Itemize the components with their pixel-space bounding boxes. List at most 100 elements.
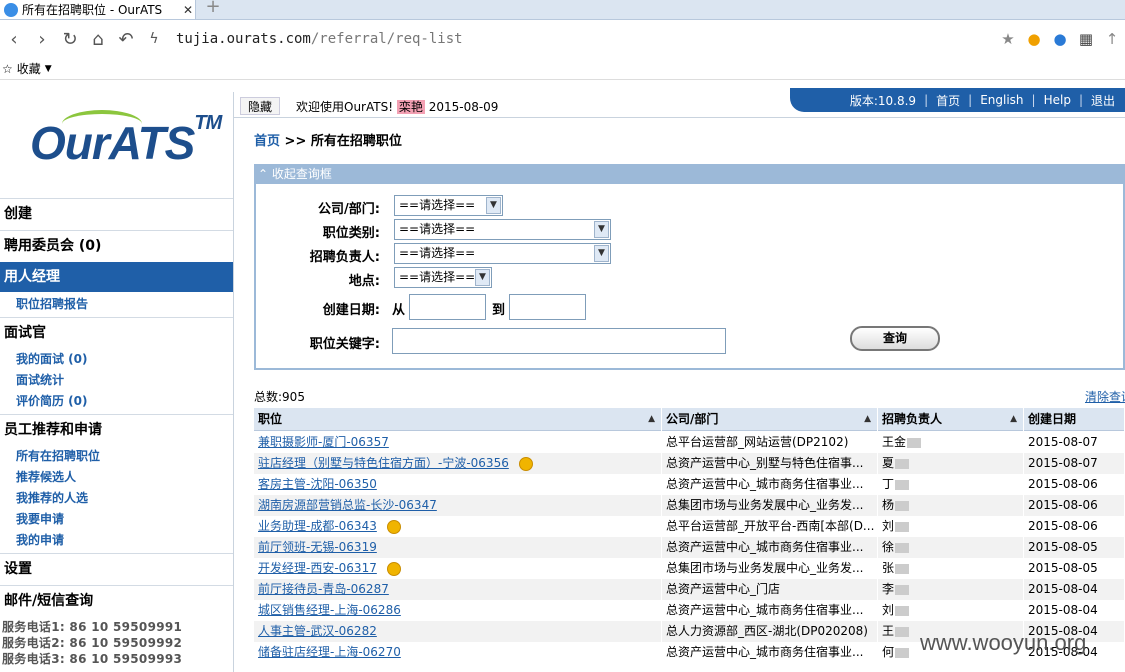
job-title-link[interactable]: 储备驻店经理-上海-06270 <box>258 645 401 659</box>
date-from-field[interactable] <box>409 294 486 320</box>
search-button[interactable]: 查询 <box>850 326 940 351</box>
table-row: 开发经理-西安-06317 总集团市场与业务发展中心_业务发... 张 2015-08… <box>254 558 1125 579</box>
location-label: 地点: <box>348 274 380 289</box>
job-title-link[interactable]: 驻店经理（别墅与特色住宿方面）-宁波-06356 <box>258 456 509 470</box>
owner-select[interactable]: ==请选择== ▼ <box>394 243 611 264</box>
table-row: 业务助理-成都-06343 总平台运营部_开放平台-西南[本部(D... 刘 2015… <box>254 516 1125 537</box>
bonus-coin-icon <box>518 456 533 471</box>
col-owner[interactable]: 招聘负责人 ▲ <box>878 408 1024 431</box>
sidebar-item-interview-stats[interactable]: 面试统计 <box>16 370 64 390</box>
english-link[interactable]: English <box>980 93 1023 107</box>
redacted-mark <box>895 626 910 637</box>
owner-cell: 丁 <box>878 474 1024 495</box>
watermark: www.wooyun.org <box>920 630 1087 655</box>
company-label: 公司/部门: <box>318 202 380 217</box>
close-tab-icon[interactable]: ✕ <box>181 3 195 17</box>
redacted-mark <box>895 521 910 532</box>
job-title-link[interactable]: 业务助理-成都-06343 <box>258 519 377 533</box>
query-toggle[interactable]: ⌃ 收起查询框 <box>254 164 1125 184</box>
bookmarks-menu[interactable]: 收藏 <box>17 60 41 77</box>
hide-button[interactable]: 隐藏 <box>240 97 280 115</box>
table-header: 职位 ▲ 公司/部门 ▲ 招聘负责人 ▲ 创建日期 <box>254 408 1125 431</box>
job-title-link[interactable]: 城区销售经理-上海-06286 <box>258 603 401 617</box>
sidebar-item-apply[interactable]: 我要申请 <box>16 509 64 529</box>
reload-icon[interactable]: ↻ <box>56 29 84 50</box>
redacted-mark <box>895 563 910 574</box>
redacted-mark <box>895 458 910 469</box>
address-bar: ‹ › ↻ ⌂ ↶ ϟ tujia.ourats.com/referral/re… <box>0 21 1125 57</box>
sort-icon[interactable]: ▲ <box>864 408 871 431</box>
date-to-field[interactable] <box>509 294 586 320</box>
job-title-link[interactable]: 前厅接待员-青岛-06287 <box>258 582 389 596</box>
clear-query-link[interactable]: 清除查询 <box>1085 388 1125 405</box>
browser-tab[interactable]: 所有在招聘职位 - OurATS ✕ <box>0 0 196 20</box>
job-title-cell: 兼职摄影师-厦门-06357 <box>254 432 662 453</box>
sidebar-item-review-resumes[interactable]: 评价简历 (0) <box>16 391 88 411</box>
service-phone-1: 服务电话1: 86 10 59509991 <box>2 620 183 634</box>
col-date[interactable]: 创建日期 <box>1024 408 1125 431</box>
breadcrumb-home[interactable]: 首页 <box>254 134 280 149</box>
logout-link[interactable]: 退出 <box>1091 92 1115 109</box>
job-title-link[interactable]: 湖南房源部营销总监-长沙-06347 <box>258 498 437 512</box>
back-icon[interactable]: ‹ <box>0 29 28 50</box>
page-title: 所有在招聘职位 <box>310 134 402 149</box>
date-cell: 2015-08-06 <box>1024 495 1125 516</box>
chat-icon[interactable]: ● <box>1047 30 1073 48</box>
forward-icon[interactable]: › <box>28 29 56 50</box>
redacted-mark <box>895 605 910 616</box>
job-title-link[interactable]: 人事主管-武汉-06282 <box>258 624 377 638</box>
owner-label: 招聘负责人: <box>309 250 380 265</box>
sidebar-section-hiring-manager[interactable]: 用人经理 <box>0 262 233 292</box>
new-tab-icon[interactable]: + <box>204 0 222 18</box>
sidebar-section-committee[interactable]: 聘用委员会 (0) <box>0 230 233 260</box>
home-icon[interactable]: ⌂ <box>84 29 112 50</box>
dept-cell: 总资产运营中心_城市商务住宿事业... <box>662 642 878 663</box>
upload-icon[interactable]: ↑ <box>1099 30 1125 48</box>
sidebar-item-my-applications[interactable]: 我的申请 <box>16 530 64 550</box>
sidebar-section-create[interactable]: 创建 <box>0 198 233 228</box>
location-select[interactable]: ==请选择== ▼ <box>394 267 492 288</box>
sidebar-section-settings[interactable]: 设置 <box>0 553 233 583</box>
date-cell: 2015-08-07 <box>1024 432 1125 453</box>
chevron-down-icon[interactable]: ▼ <box>45 64 52 74</box>
table-row: 前厅接待员-青岛-06287 总资产运营中心_门店李 2015-08-04 <box>254 579 1125 600</box>
undo-icon[interactable]: ↶ <box>112 29 140 50</box>
job-title-link[interactable]: 客房主管-沈阳-06350 <box>258 477 377 491</box>
job-title-link[interactable]: 开发经理-西安-06317 <box>258 561 377 575</box>
cloud-icon[interactable]: ● <box>1021 30 1047 48</box>
sidebar-section-mail-sms[interactable]: 邮件/短信查询 <box>0 585 233 615</box>
sidebar-item-my-interviews[interactable]: 我的面试 (0) <box>16 349 88 369</box>
sidebar-section-referral[interactable]: 员工推荐和申请 <box>0 414 233 444</box>
help-link[interactable]: Help <box>1044 93 1071 107</box>
sort-icon[interactable]: ▲ <box>1010 408 1017 431</box>
home-link[interactable]: 首页 <box>936 92 960 109</box>
sidebar-item-my-referrals[interactable]: 我推荐的人选 <box>16 488 88 508</box>
job-title-link[interactable]: 兼职摄影师-厦门-06357 <box>258 435 389 449</box>
company-select[interactable]: ==请选择== ▼ <box>394 195 503 216</box>
date-cell: 2015-08-05 <box>1024 537 1125 558</box>
col-dept[interactable]: 公司/部门 ▲ <box>662 408 878 431</box>
dept-cell: 总资产运营中心_城市商务住宿事业... <box>662 600 878 621</box>
welcome-text: 欢迎使用OurATS! 栾艳 2015-08-09 <box>296 98 498 115</box>
star-icon[interactable]: ★ <box>995 30 1021 48</box>
owner-cell: 夏 <box>878 453 1024 474</box>
sort-icon[interactable]: ▲ <box>648 408 655 431</box>
col-title[interactable]: 职位 ▲ <box>254 408 662 431</box>
job-title-cell: 驻店经理（别墅与特色住宿方面）-宁波-06356 <box>254 453 662 474</box>
owner-cell: 刘 <box>878 600 1024 621</box>
job-title-link[interactable]: 前厅领班-无锡-06319 <box>258 540 377 554</box>
breadcrumb-separator: >> <box>284 134 307 149</box>
sidebar-section-interviewer[interactable]: 面试官 <box>0 317 233 347</box>
sidebar-item-refer-candidate[interactable]: 推荐候选人 <box>16 467 76 487</box>
sidebar-item-req-report[interactable]: 职位招聘报告 <box>16 294 88 314</box>
job-title-cell: 开发经理-西安-06317 <box>254 558 662 579</box>
category-select[interactable]: ==请选择== ▼ <box>394 219 611 240</box>
keyword-field[interactable] <box>392 328 726 354</box>
sidebar-item-all-reqs[interactable]: 所有在招聘职位 <box>16 446 100 466</box>
date-label: 创建日期: <box>322 303 380 318</box>
apps-icon[interactable]: ▦ <box>1073 30 1099 48</box>
owner-cell: 杨 <box>878 495 1024 516</box>
url-field[interactable]: tujia.ourats.com/referral/req-list <box>176 31 995 47</box>
owner-cell: 刘 <box>878 516 1024 537</box>
tab-title: 所有在招聘职位 - OurATS <box>22 3 163 17</box>
